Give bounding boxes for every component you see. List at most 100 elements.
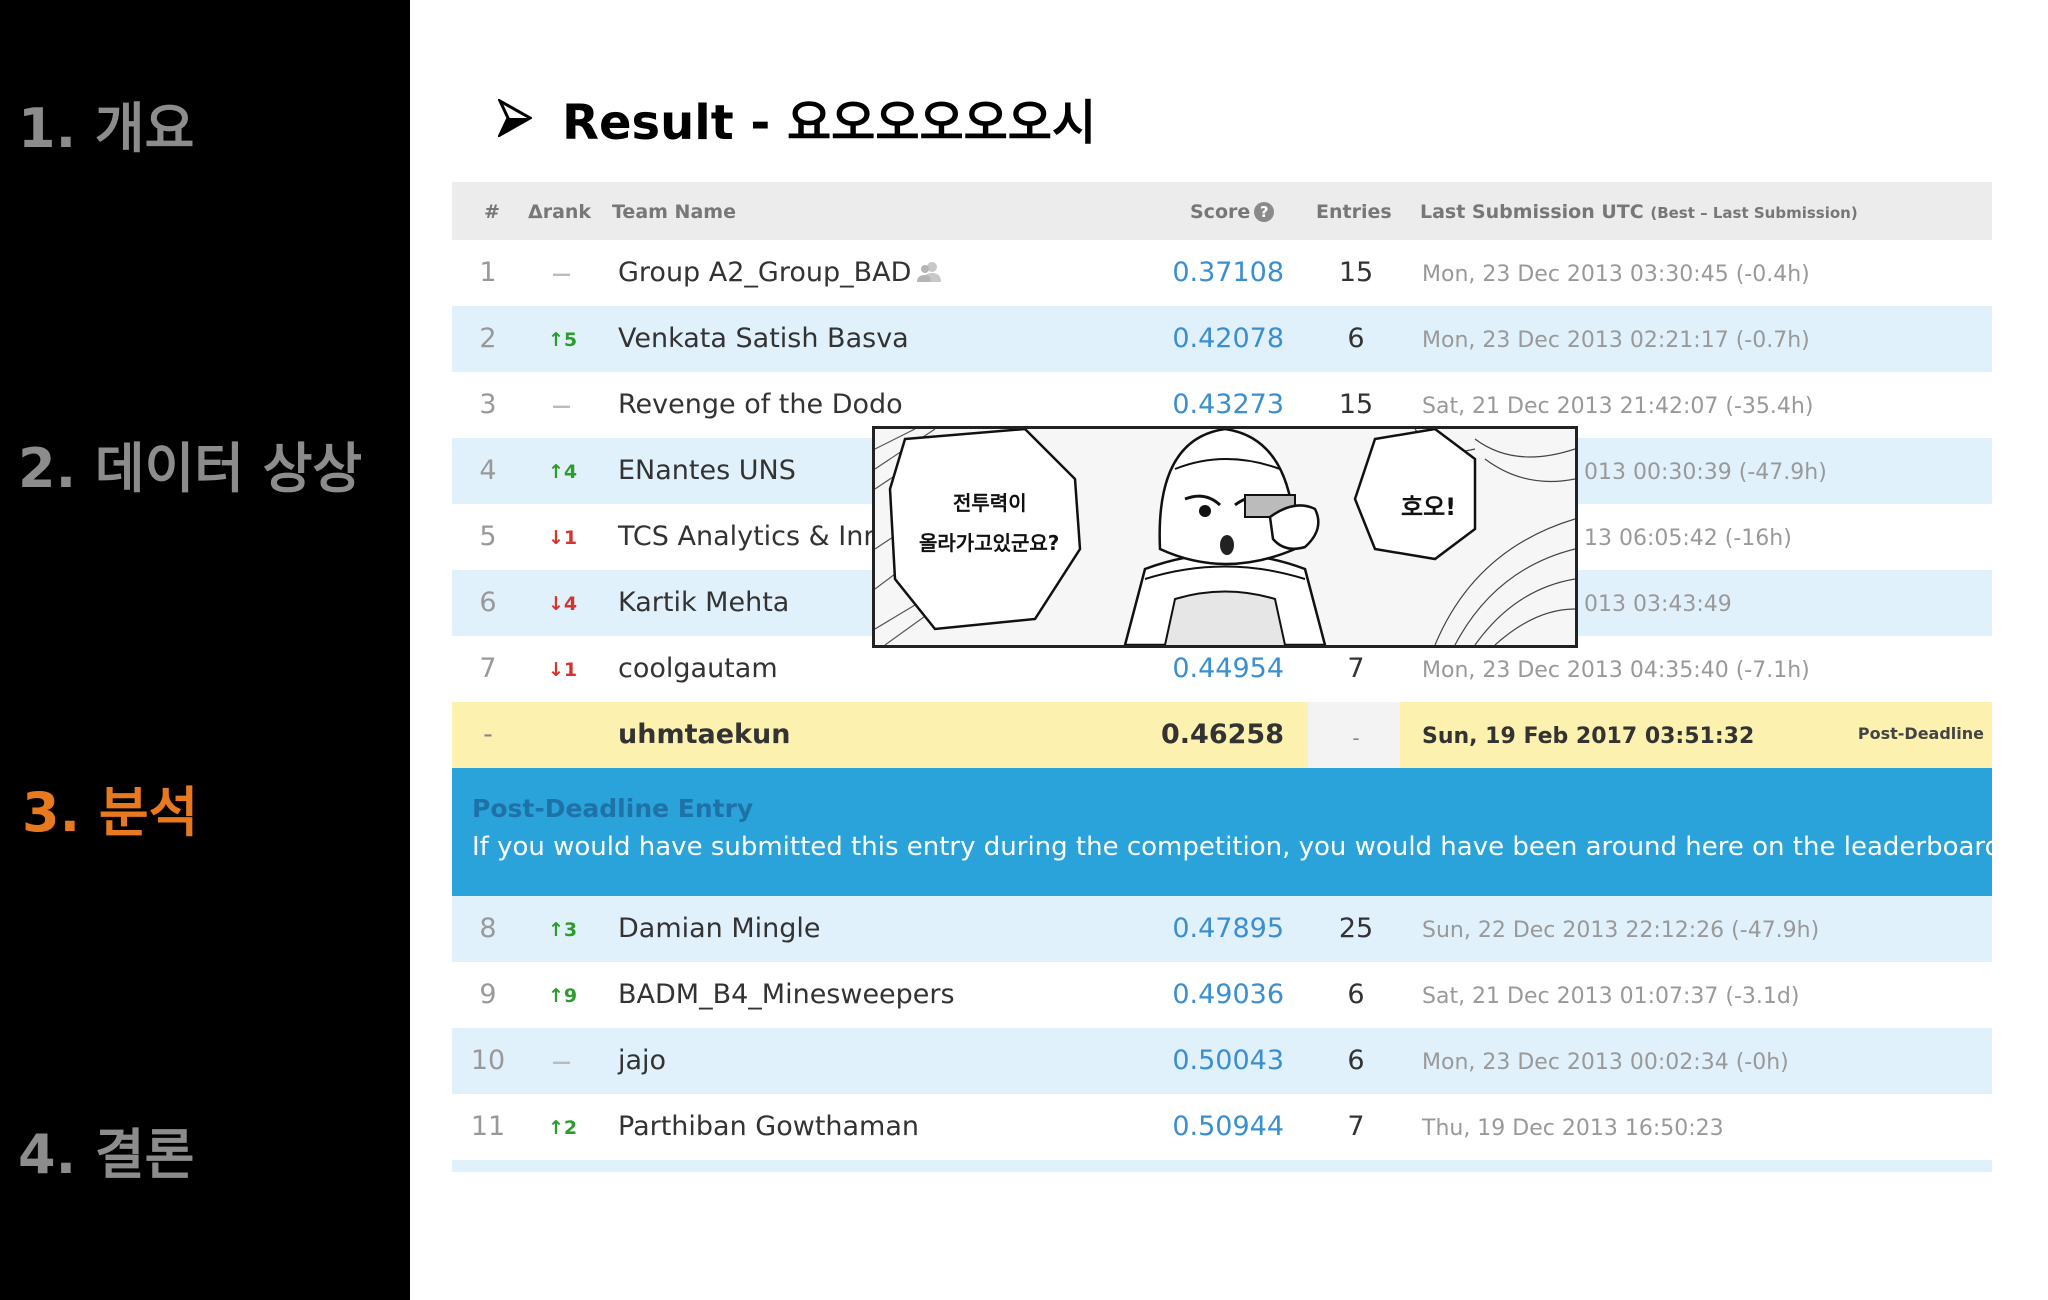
last-submission-cell: Mon, 23 Dec 2013 02:21:17 (-0.7h) bbox=[1422, 328, 1810, 353]
score-cell: 0.37108 bbox=[1172, 257, 1284, 288]
rank-cell: 7 bbox=[479, 653, 497, 684]
delta-rank-cell: ↑3 bbox=[548, 919, 578, 941]
last-submission-cell: Sat, 21 Dec 2013 01:07:37 (-3.1d) bbox=[1422, 984, 1800, 1009]
last-submission-cell: Thu, 19 Dec 2013 16:50:23 bbox=[1422, 1116, 1724, 1141]
entries-cell: 15 bbox=[1338, 389, 1374, 420]
rank-cell: 5 bbox=[479, 521, 497, 552]
entries-cell: 25 bbox=[1338, 913, 1374, 944]
delta-rank-cell: — bbox=[552, 1051, 571, 1073]
rank-cell: 1 bbox=[479, 257, 497, 288]
header-score-label: Score bbox=[1190, 201, 1251, 223]
team-name-cell[interactable]: Damian Mingle bbox=[618, 913, 821, 944]
team-name-cell[interactable]: Revenge of the Dodo bbox=[618, 389, 903, 420]
delta-rank-cell: ↓1 bbox=[548, 527, 578, 549]
delta-rank-cell: — bbox=[552, 263, 571, 285]
team-name-cell[interactable]: uhmtaekun bbox=[618, 719, 790, 750]
people-icon bbox=[917, 262, 942, 282]
table-row[interactable]: 9 ↑9 BADM_B4_Minesweepers 0.49036 6 Sat,… bbox=[452, 962, 1992, 1028]
last-submission-cell: Mon, 23 Dec 2013 04:35:40 (-7.1h) bbox=[1422, 658, 1810, 683]
help-circle-icon[interactable]: ? bbox=[1254, 202, 1275, 222]
rank-cell: 3 bbox=[479, 389, 497, 420]
delta-rank-cell: ↑4 bbox=[548, 461, 578, 483]
header-last-note: (Best – Last Submission) bbox=[1650, 204, 1858, 222]
table-row[interactable]: 11 ↑2 Parthiban Gowthaman 0.50944 7 Thu,… bbox=[452, 1094, 1992, 1160]
table-row[interactable]: 1 — Group A2_Group_BAD 0.37108 15 Mon, 2… bbox=[452, 240, 1992, 306]
last-submission-cell: 13 06:05:42 (-16h) bbox=[1584, 526, 1792, 551]
delta-rank-cell: ↑2 bbox=[548, 1117, 578, 1139]
team-name-cell[interactable]: TCS Analytics & Inno bbox=[618, 521, 897, 552]
table-row[interactable]: 10 — jajo 0.50043 6 Mon, 23 Dec 2013 00:… bbox=[452, 1028, 1992, 1094]
score-cell: 0.42078 bbox=[1172, 323, 1284, 354]
speech-bubble-text: 올라가고있군요? bbox=[919, 531, 1060, 555]
team-name-cell[interactable]: ENantes UNS bbox=[618, 455, 796, 486]
rank-cell: 9 bbox=[479, 979, 497, 1010]
entries-cell: 7 bbox=[1347, 653, 1365, 684]
table-row[interactable]: 8 ↑3 Damian Mingle 0.47895 25 Sun, 22 De… bbox=[452, 896, 1992, 962]
entries-cell: 7 bbox=[1347, 1111, 1365, 1142]
rank-cell: 10 bbox=[470, 1045, 506, 1076]
notice-body: If you would have submitted this entry d… bbox=[472, 832, 2010, 862]
header-last-label: Last Submission UTC bbox=[1420, 201, 1644, 223]
speech-bubble-text: 전투력이 bbox=[953, 491, 1027, 515]
entries-cell: - bbox=[1352, 726, 1360, 750]
rank-cell: 4 bbox=[479, 455, 497, 486]
rank-cell: - bbox=[483, 719, 493, 750]
title-bar: Result - 요오오오오오시 bbox=[498, 86, 1097, 151]
nav-item-overview[interactable]: 1. 개요 bbox=[18, 84, 194, 163]
entries-cell: 6 bbox=[1347, 979, 1365, 1010]
team-name-cell[interactable]: Parthiban Gowthaman bbox=[618, 1111, 919, 1142]
nav-item-analysis[interactable]: 3. 분석 bbox=[22, 768, 198, 847]
header-rank[interactable]: # bbox=[484, 201, 500, 223]
score-cell: 0.46258 bbox=[1161, 719, 1284, 750]
post-deadline-badge: Post-Deadline bbox=[1857, 724, 1984, 743]
last-submission-cell: Sun, 22 Dec 2013 22:12:26 (-47.9h) bbox=[1422, 918, 1820, 943]
delta-rank-cell: ↓4 bbox=[548, 593, 578, 615]
header-delta-rank[interactable]: Δrank bbox=[528, 201, 591, 223]
arrowhead-bullet-icon bbox=[498, 99, 532, 137]
last-submission-cell: 013 00:30:39 (-47.9h) bbox=[1584, 460, 1827, 485]
nav-item-data[interactable]: 2. 데이터 상상 bbox=[18, 424, 362, 503]
sidebar: 1. 개요 2. 데이터 상상 3. 분석 4. 결론 bbox=[0, 0, 410, 1300]
leaderboard-bottom-edge bbox=[452, 1160, 1992, 1172]
last-submission-cell: Mon, 23 Dec 2013 03:30:45 (-0.4h) bbox=[1422, 262, 1810, 287]
team-name-cell[interactable]: Venkata Satish Basva bbox=[618, 323, 909, 354]
team-name-cell[interactable]: BADM_B4_Minesweepers bbox=[618, 979, 955, 1010]
delta-rank-cell: ↓1 bbox=[548, 659, 578, 681]
team-name-cell[interactable]: Group A2_Group_BAD bbox=[618, 257, 942, 288]
post-deadline-notice: Post-Deadline Entry If you would have su… bbox=[452, 768, 2009, 896]
delta-rank-cell: — bbox=[552, 395, 571, 417]
score-cell: 0.44954 bbox=[1172, 653, 1284, 684]
notice-title: Post-Deadline Entry bbox=[472, 794, 754, 823]
rank-cell: 6 bbox=[479, 587, 497, 618]
team-name-cell[interactable]: Kartik Mehta bbox=[618, 587, 789, 618]
team-name-cell[interactable]: jajo bbox=[618, 1045, 666, 1076]
entries-cell: 15 bbox=[1338, 257, 1374, 288]
rank-cell: 8 bbox=[479, 913, 497, 944]
team-name-cell[interactable]: coolgautam bbox=[618, 653, 778, 684]
header-last-submission[interactable]: Last Submission UTC (Best – Last Submiss… bbox=[1420, 201, 1858, 223]
header-entries[interactable]: Entries bbox=[1316, 201, 1392, 223]
last-submission-cell: Sat, 21 Dec 2013 21:42:07 (-35.4h) bbox=[1422, 394, 1814, 419]
rank-cell: 2 bbox=[479, 323, 497, 354]
leaderboard: # Δrank Team Name Score? Entries Last Su… bbox=[452, 182, 2009, 1172]
page-title: Result - 요오오오오오시 bbox=[562, 95, 1097, 151]
delta-rank-cell: ↑9 bbox=[548, 985, 578, 1007]
last-submission-cell: 013 03:43:49 bbox=[1584, 592, 1732, 617]
team-name-text: Group A2_Group_BAD bbox=[618, 257, 912, 288]
score-cell: 0.47895 bbox=[1172, 913, 1284, 944]
entries-cell: 6 bbox=[1347, 1045, 1365, 1076]
score-cell: 0.50043 bbox=[1172, 1045, 1284, 1076]
score-cell: 0.49036 bbox=[1172, 979, 1284, 1010]
rank-cell: 11 bbox=[470, 1111, 506, 1142]
last-submission-cell: Sun, 19 Feb 2017 03:51:32 bbox=[1422, 724, 1755, 749]
delta-rank-cell: ↑5 bbox=[548, 329, 578, 351]
header-team-name[interactable]: Team Name bbox=[612, 201, 736, 223]
table-row[interactable]: 2 ↑5 Venkata Satish Basva 0.42078 6 Mon,… bbox=[452, 306, 1992, 372]
header-score[interactable]: Score? bbox=[1190, 201, 1275, 223]
last-submission-cell: Mon, 23 Dec 2013 00:02:34 (-0h) bbox=[1422, 1050, 1789, 1075]
manga-panel-image: 전투력이 올라가고있군요? 호오! bbox=[872, 426, 1578, 648]
your-entry-row[interactable]: - uhmtaekun 0.46258 - Sun, 19 Feb 2017 0… bbox=[452, 702, 1992, 768]
speech-bubble-text: 호오! bbox=[1401, 493, 1457, 521]
score-cell: 0.43273 bbox=[1172, 389, 1284, 420]
nav-item-conclusion[interactable]: 4. 결론 bbox=[18, 1110, 194, 1189]
